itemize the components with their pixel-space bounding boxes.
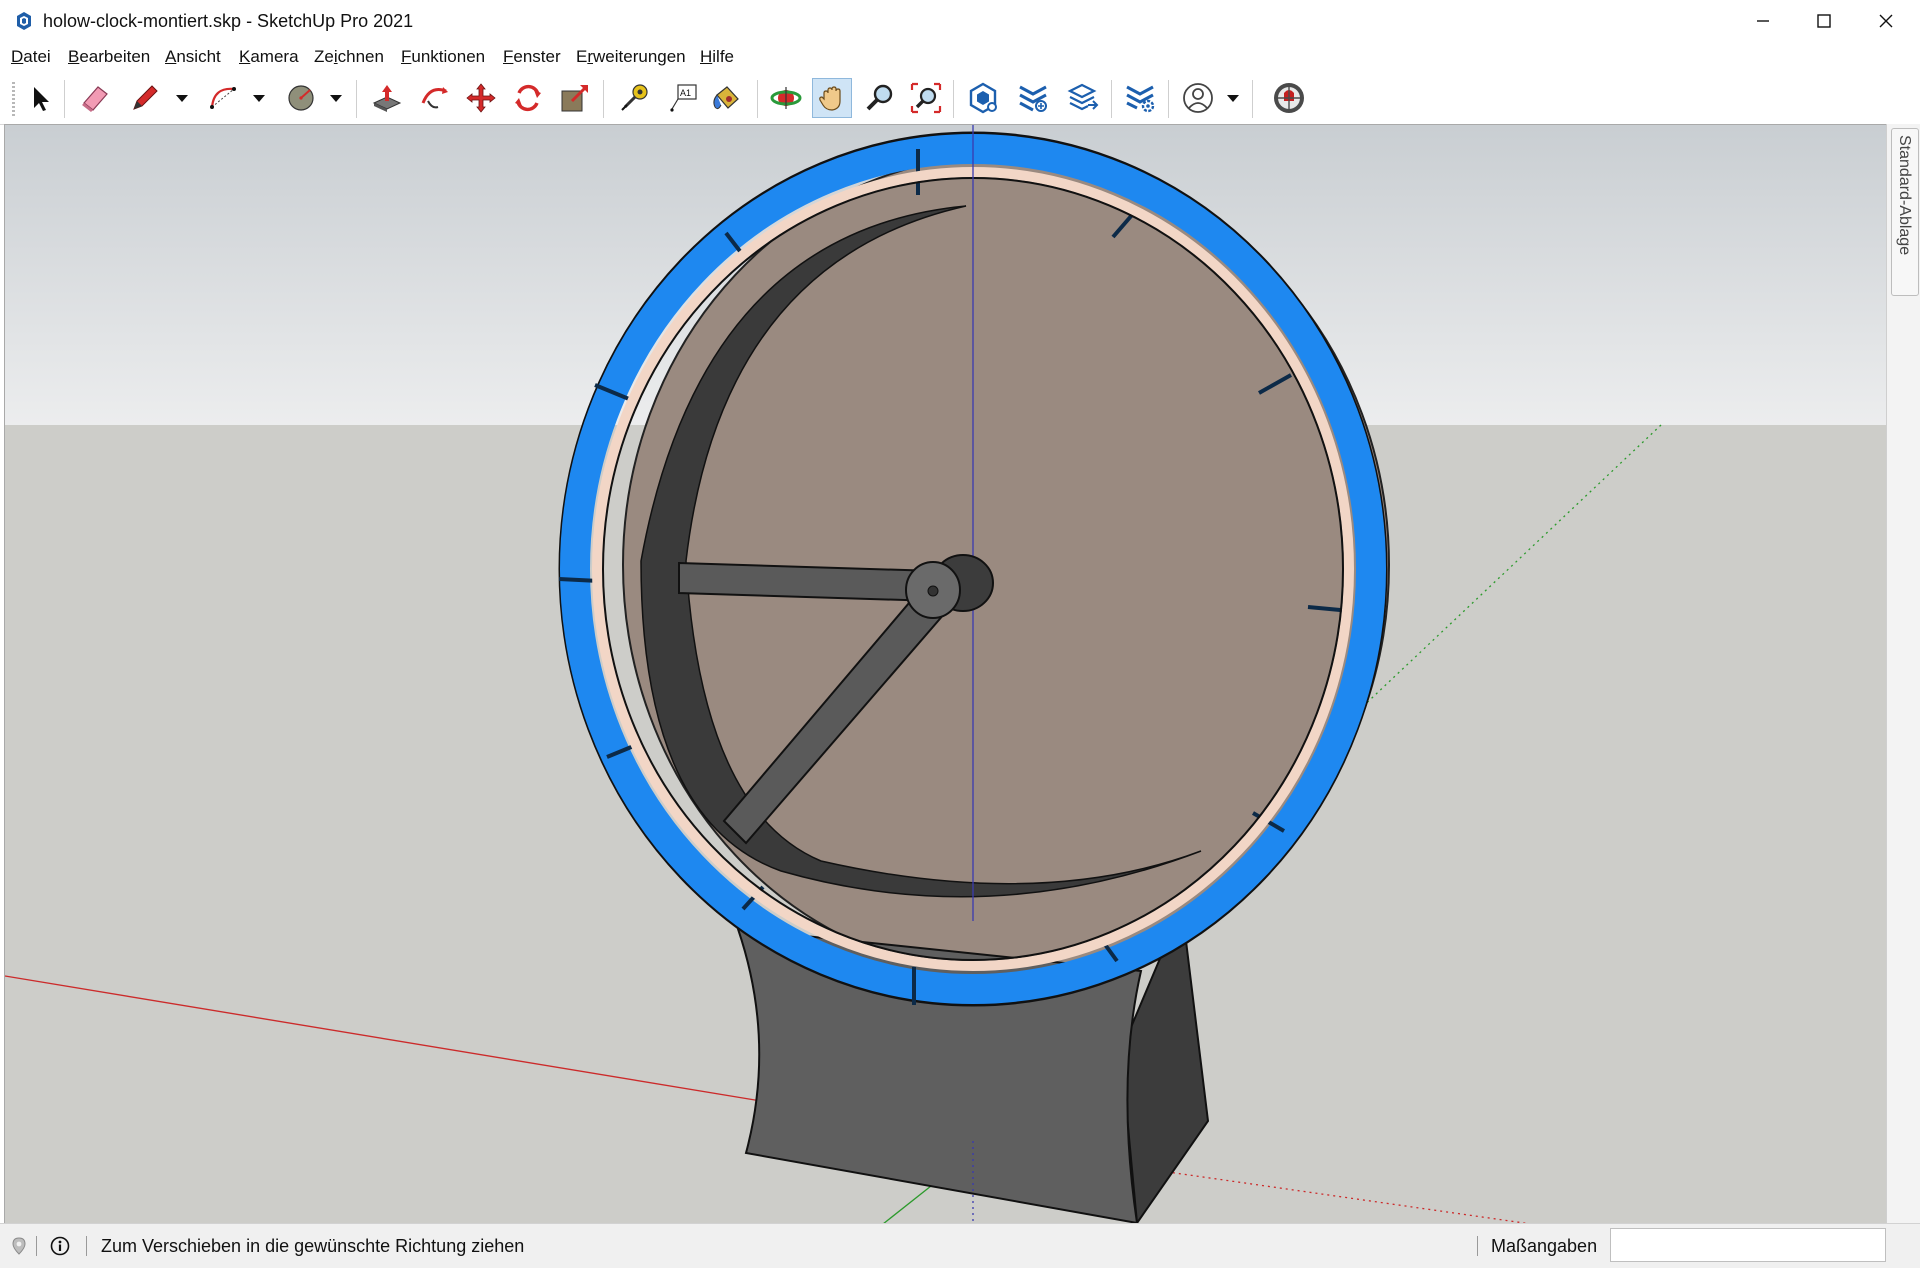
- chevron-down-icon: [330, 95, 342, 102]
- push-pull-button[interactable]: [367, 78, 407, 118]
- pencil-icon: [133, 85, 158, 110]
- model-canvas: [5, 125, 1887, 1224]
- close-icon: [1879, 14, 1893, 28]
- toolbar-separator: [757, 80, 758, 118]
- scale-tool-button[interactable]: [555, 78, 595, 118]
- toolbar: A1: [0, 72, 1920, 125]
- tray-panel: Standard-Ablage: [1886, 124, 1920, 1223]
- 3d-warehouse-button[interactable]: [963, 78, 1003, 118]
- minimize-button[interactable]: [1732, 0, 1794, 42]
- menu-hilfe[interactable]: Hilfe: [700, 47, 734, 67]
- chevron-down-icon: [253, 95, 265, 102]
- close-button[interactable]: [1855, 0, 1917, 42]
- status-message: Zum Verschieben in die gewünschte Richtu…: [101, 1236, 525, 1256]
- chevron-down-icon: [176, 95, 188, 102]
- pan-tool-button[interactable]: [812, 78, 852, 118]
- menu-ansicht[interactable]: Ansicht: [165, 47, 221, 67]
- eraser-icon: [82, 86, 108, 112]
- paint-bucket-button[interactable]: [706, 78, 746, 118]
- line-tool-button[interactable]: [125, 78, 165, 118]
- menu-fenster[interactable]: Fenster: [503, 47, 561, 67]
- arc-icon: [210, 87, 236, 109]
- text-tool-button[interactable]: A1: [663, 78, 703, 118]
- layout-icon: [1067, 83, 1099, 111]
- account-button[interactable]: [1178, 78, 1218, 118]
- paint-bucket-icon: [713, 86, 739, 110]
- geolocation-icon[interactable]: [9, 1236, 29, 1256]
- move-tool-button[interactable]: [461, 78, 501, 118]
- menu-bearbeiten[interactable]: Bearbeiten: [68, 47, 150, 67]
- ruby-console-button[interactable]: [1269, 78, 1309, 118]
- status-separator: [36, 1236, 37, 1256]
- toolbar-separator: [1252, 80, 1253, 118]
- orbit-icon: [770, 87, 802, 109]
- zoom-tool-button[interactable]: [860, 78, 900, 118]
- menu-erweiterungen[interactable]: Erweiterungen: [576, 47, 686, 67]
- tray-tab-label: Standard-Ablage: [1896, 135, 1913, 256]
- rotate-icon: [515, 84, 541, 112]
- status-separator: [86, 1236, 87, 1256]
- account-icon: [1183, 83, 1213, 113]
- extension-warehouse-icon: [1019, 85, 1047, 112]
- menu-zeichnen[interactable]: Zeichnen: [314, 47, 384, 67]
- tape-measure-button[interactable]: [614, 78, 654, 118]
- hub-pin: [927, 585, 939, 597]
- eraser-tool-button[interactable]: [75, 78, 115, 118]
- extension-warehouse-button[interactable]: [1013, 78, 1053, 118]
- pan-icon: [819, 86, 841, 111]
- account-dropdown[interactable]: [1225, 90, 1241, 106]
- menu-kamera[interactable]: Kamera: [239, 47, 299, 67]
- ruby-icon: [1274, 83, 1304, 113]
- toolbar-separator: [1168, 80, 1169, 118]
- send-to-layout-button[interactable]: [1063, 78, 1103, 118]
- chevron-down-icon: [1227, 95, 1239, 102]
- follow-me-icon: [421, 87, 448, 109]
- toolbar-separator: [603, 80, 604, 118]
- toolbar-separator: [64, 80, 65, 118]
- minimize-icon: [1757, 20, 1769, 22]
- status-separator: [1477, 1236, 1478, 1256]
- extension-manager-button[interactable]: [1120, 78, 1160, 118]
- line-dropdown[interactable]: [174, 90, 190, 106]
- menu-funktionen[interactable]: Funktionen: [401, 47, 485, 67]
- rotate-tool-button[interactable]: [508, 78, 548, 118]
- maximize-button[interactable]: [1793, 0, 1855, 42]
- status-bar: Zum Verschieben in die gewünschte Richtu…: [0, 1223, 1920, 1268]
- measurements-input[interactable]: [1610, 1228, 1886, 1262]
- toolbar-separator: [1111, 80, 1112, 118]
- svg-text:A1: A1: [680, 88, 691, 98]
- arc-tool-button[interactable]: [203, 78, 243, 118]
- toolbar-separator: [953, 80, 954, 118]
- toolbar-grip[interactable]: [12, 82, 15, 116]
- menu-datei[interactable]: Datei: [11, 47, 51, 67]
- window-title: holow-clock-montiert.skp - SketchUp Pro …: [43, 11, 414, 31]
- arc-dropdown[interactable]: [251, 90, 267, 106]
- zoom-extents-button[interactable]: [906, 78, 946, 118]
- maximize-icon: [1817, 14, 1831, 28]
- tape-measure-icon: [621, 84, 648, 111]
- select-icon: [34, 87, 49, 111]
- select-tool-button[interactable]: [18, 78, 58, 118]
- circle-icon: [288, 85, 314, 111]
- text-icon: A1: [670, 84, 697, 112]
- info-icon[interactable]: [50, 1236, 70, 1256]
- follow-me-button[interactable]: [415, 78, 455, 118]
- toolbar-separator: [356, 80, 357, 118]
- push-pull-icon: [372, 85, 402, 112]
- measurements-label: Maßangaben: [1491, 1236, 1598, 1256]
- scale-icon: [561, 85, 588, 112]
- zoom-extents-icon: [910, 82, 942, 114]
- title-bar: holow-clock-montiert.skp - SketchUp Pro …: [0, 0, 1920, 42]
- extension-manager-icon: [1126, 85, 1155, 113]
- 3d-viewport[interactable]: [4, 124, 1887, 1224]
- zoom-icon: [866, 84, 893, 111]
- menu-bar: Datei Bearbeiten Ansicht Kamera Zeichnen…: [0, 42, 1920, 72]
- shape-dropdown[interactable]: [328, 90, 344, 106]
- orbit-tool-button[interactable]: [766, 78, 806, 118]
- warehouse-icon: [969, 82, 997, 114]
- sketchup-app-icon: [17, 12, 31, 30]
- move-icon: [466, 83, 496, 113]
- tray-tab-standard-ablage[interactable]: Standard-Ablage: [1891, 128, 1919, 296]
- shape-tool-button[interactable]: [281, 78, 321, 118]
